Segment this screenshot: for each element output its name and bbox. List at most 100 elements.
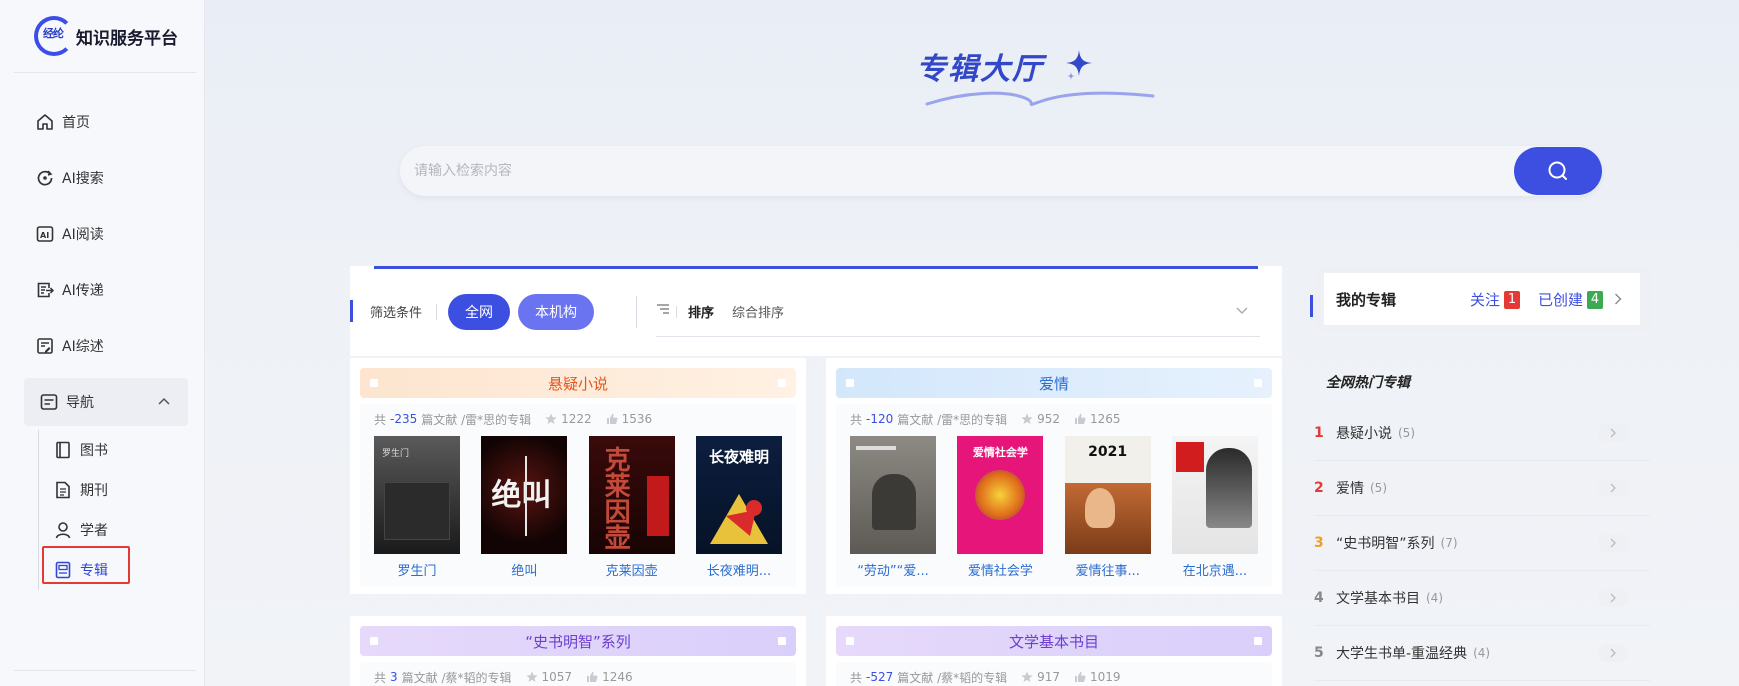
book-item[interactable]: 绝叫 绝叫	[481, 436, 568, 579]
divider	[436, 304, 437, 320]
book-item[interactable]: 罗生门 罗生门	[374, 436, 460, 579]
follow-link[interactable]: 关注 1	[1470, 289, 1521, 310]
sort-label: 排序	[688, 306, 715, 321]
hot-album-item[interactable]: 5 大学生书单-重温经典 (4)	[1314, 626, 1650, 681]
book-cover[interactable]: 长夜难明	[695, 436, 782, 554]
hot-album-item[interactable]: 1 悬疑小说 (5)	[1314, 406, 1650, 461]
sidebar-item-ai-review[interactable]: AI综述	[36, 328, 186, 364]
sidebar-item-label: 图书	[80, 443, 108, 459]
sidebar-subitem-books[interactable]: 图书	[54, 434, 108, 466]
search-button[interactable]	[1514, 147, 1602, 195]
album-card[interactable]: “史书明智”系列 共 3 篇文献 /蔡*韬的专辑 1057 1246	[350, 616, 806, 686]
star-stat: 1222	[545, 412, 592, 426]
book-item[interactable]: “劳动”“爱...	[850, 436, 936, 579]
album-list-panel: 筛选条件 全网 本机构 排序 综合排序 悬疑小说 共 -235 篇文献 /雷*思…	[350, 266, 1282, 686]
doc-count: -235	[390, 412, 418, 426]
book-cover[interactable]: 克莱因壶	[588, 436, 675, 554]
album-header[interactable]: 悬疑小说	[360, 368, 796, 398]
sidebar-item-ai-deliver[interactable]: AI传递	[36, 272, 186, 308]
book-item[interactable]: 爱情社会学 爱情社会学	[957, 436, 1044, 579]
sidebar-item-ai-search[interactable]: AI搜索	[36, 160, 186, 196]
divider	[14, 72, 196, 73]
star-icon	[1021, 671, 1033, 682]
sort-underline	[656, 336, 1260, 337]
book-item[interactable]: 在北京遇...	[1171, 436, 1258, 579]
book-cover[interactable]: 罗生门	[374, 436, 460, 554]
sidebar-subitem-albums[interactable]: 专辑	[54, 554, 108, 586]
filter-all-network-button[interactable]: 全网	[448, 294, 510, 330]
book-cover[interactable]: 绝叫	[481, 436, 568, 554]
album-header[interactable]: 文学基本书目	[836, 626, 1272, 656]
decor-square	[778, 379, 786, 387]
hot-album-item[interactable]: 2 爱情 (5)	[1314, 461, 1650, 516]
filter-bar: 筛选条件 全网 本机构 排序 综合排序	[350, 266, 1282, 356]
sidebar-subitem-journals[interactable]: 期刊	[54, 474, 108, 506]
meta-prefix: 共	[374, 412, 387, 427]
album-meta: 共 -527 篇文献 /蔡*韬的专辑 917 1019	[850, 668, 1258, 686]
album-header[interactable]: “史书明智”系列	[360, 626, 796, 656]
hot-name: “史书明智”系列	[1336, 536, 1435, 552]
book-title[interactable]: 绝叫	[481, 560, 567, 579]
chevron-right-icon[interactable]	[1598, 424, 1628, 442]
hot-name: 大学生书单-重温经典	[1336, 646, 1468, 662]
book-title[interactable]: “劳动”“爱...	[850, 560, 936, 579]
album-header[interactable]: 爱情	[836, 368, 1272, 398]
chevron-up-icon[interactable]	[158, 394, 170, 409]
star-count: 952	[1037, 412, 1061, 426]
created-link[interactable]: 已创建 4	[1538, 289, 1604, 310]
logo[interactable]: 经纶 知识服务平台	[34, 14, 184, 58]
book-title[interactable]: 爱情社会学	[957, 560, 1043, 579]
album-card[interactable]: 文学基本书目 共 -527 篇文献 /蔡*韬的专辑 917 1019	[826, 616, 1282, 686]
book-title[interactable]: 在北京遇...	[1172, 560, 1258, 579]
sidebar-subitem-scholars[interactable]: 学者	[54, 514, 108, 546]
meta-prefix: 共	[374, 670, 387, 685]
book-item[interactable]: 2021 爱情往事...	[1064, 436, 1151, 579]
sidebar-item-label: 学者	[80, 523, 108, 539]
hot-count: (4)	[1426, 591, 1443, 605]
sidebar-group-navigation[interactable]: 导航	[24, 378, 188, 426]
book-item[interactable]: 长夜难明 长夜难明...	[695, 436, 782, 579]
album-card[interactable]: 悬疑小说 共 -235 篇文献 /雷*思的专辑 1222 1536 罗生门 罗生…	[350, 358, 806, 594]
cover-art	[856, 446, 896, 450]
book-cover[interactable]: 2021	[1064, 436, 1151, 554]
meta-owner: 篇文献 /雷*思的专辑	[897, 412, 1008, 427]
book-title[interactable]: 爱情往事...	[1065, 560, 1151, 579]
divider	[676, 306, 677, 318]
cover-art	[872, 474, 916, 530]
thumbs-up-icon	[587, 671, 598, 682]
follow-count-badge: 1	[1504, 290, 1521, 309]
book-title[interactable]: 克莱因壶	[589, 560, 675, 579]
chevron-down-icon[interactable]	[1236, 304, 1248, 319]
search-input[interactable]	[414, 146, 1464, 196]
album-card[interactable]: 爱情 共 -120 篇文献 /雷*思的专辑 952 1265 “劳动”“爱...…	[826, 358, 1282, 594]
decor-square	[778, 637, 786, 645]
chevron-right-icon[interactable]	[1598, 589, 1628, 607]
book-cover[interactable]	[850, 436, 936, 554]
sort-select[interactable]: 综合排序	[732, 302, 784, 321]
cover-art	[646, 476, 669, 536]
hot-rank: 3	[1314, 535, 1324, 551]
chevron-right-icon[interactable]	[1598, 479, 1628, 497]
filter-institution-button[interactable]: 本机构	[518, 294, 594, 330]
cover-text: 2021	[1088, 444, 1128, 460]
album-body: 共 3 篇文献 /蔡*韬的专辑 1057 1246	[360, 662, 796, 686]
chevron-right-icon[interactable]	[1598, 644, 1628, 662]
cover-text: 长夜难明	[708, 448, 769, 466]
sidebar-item-home[interactable]: 首页	[36, 104, 186, 140]
chevron-right-icon[interactable]	[1598, 534, 1628, 552]
book-item[interactable]: 克莱因壶 克莱因壶	[588, 436, 675, 579]
album-title: 悬疑小说	[547, 374, 608, 393]
hot-rank: 1	[1314, 425, 1324, 441]
my-albums-card[interactable]: 我的专辑 关注 1 已创建 4	[1324, 273, 1640, 325]
sidebar: 经纶 知识服务平台 首页 AI搜索 AI AI阅读 AI传递 AI综述 导航 图…	[0, 0, 205, 686]
book-title[interactable]: 罗生门	[374, 560, 460, 579]
sidebar-item-ai-read[interactable]: AI AI阅读	[36, 216, 186, 252]
chevron-right-icon[interactable]	[1614, 293, 1622, 309]
hot-album-item[interactable]: 3 “史书明智”系列 (7)	[1314, 516, 1650, 571]
hot-album-item[interactable]: 4 文学基本书目 (4)	[1314, 571, 1650, 626]
book-cover[interactable]: 爱情社会学	[957, 436, 1044, 554]
book-list: “劳动”“爱... 爱情社会学 爱情社会学 2021 爱情往事... 在北京遇.…	[850, 436, 1258, 579]
cover-art	[975, 470, 1026, 520]
book-title[interactable]: 长夜难明...	[696, 560, 782, 579]
book-cover[interactable]	[1171, 436, 1258, 554]
